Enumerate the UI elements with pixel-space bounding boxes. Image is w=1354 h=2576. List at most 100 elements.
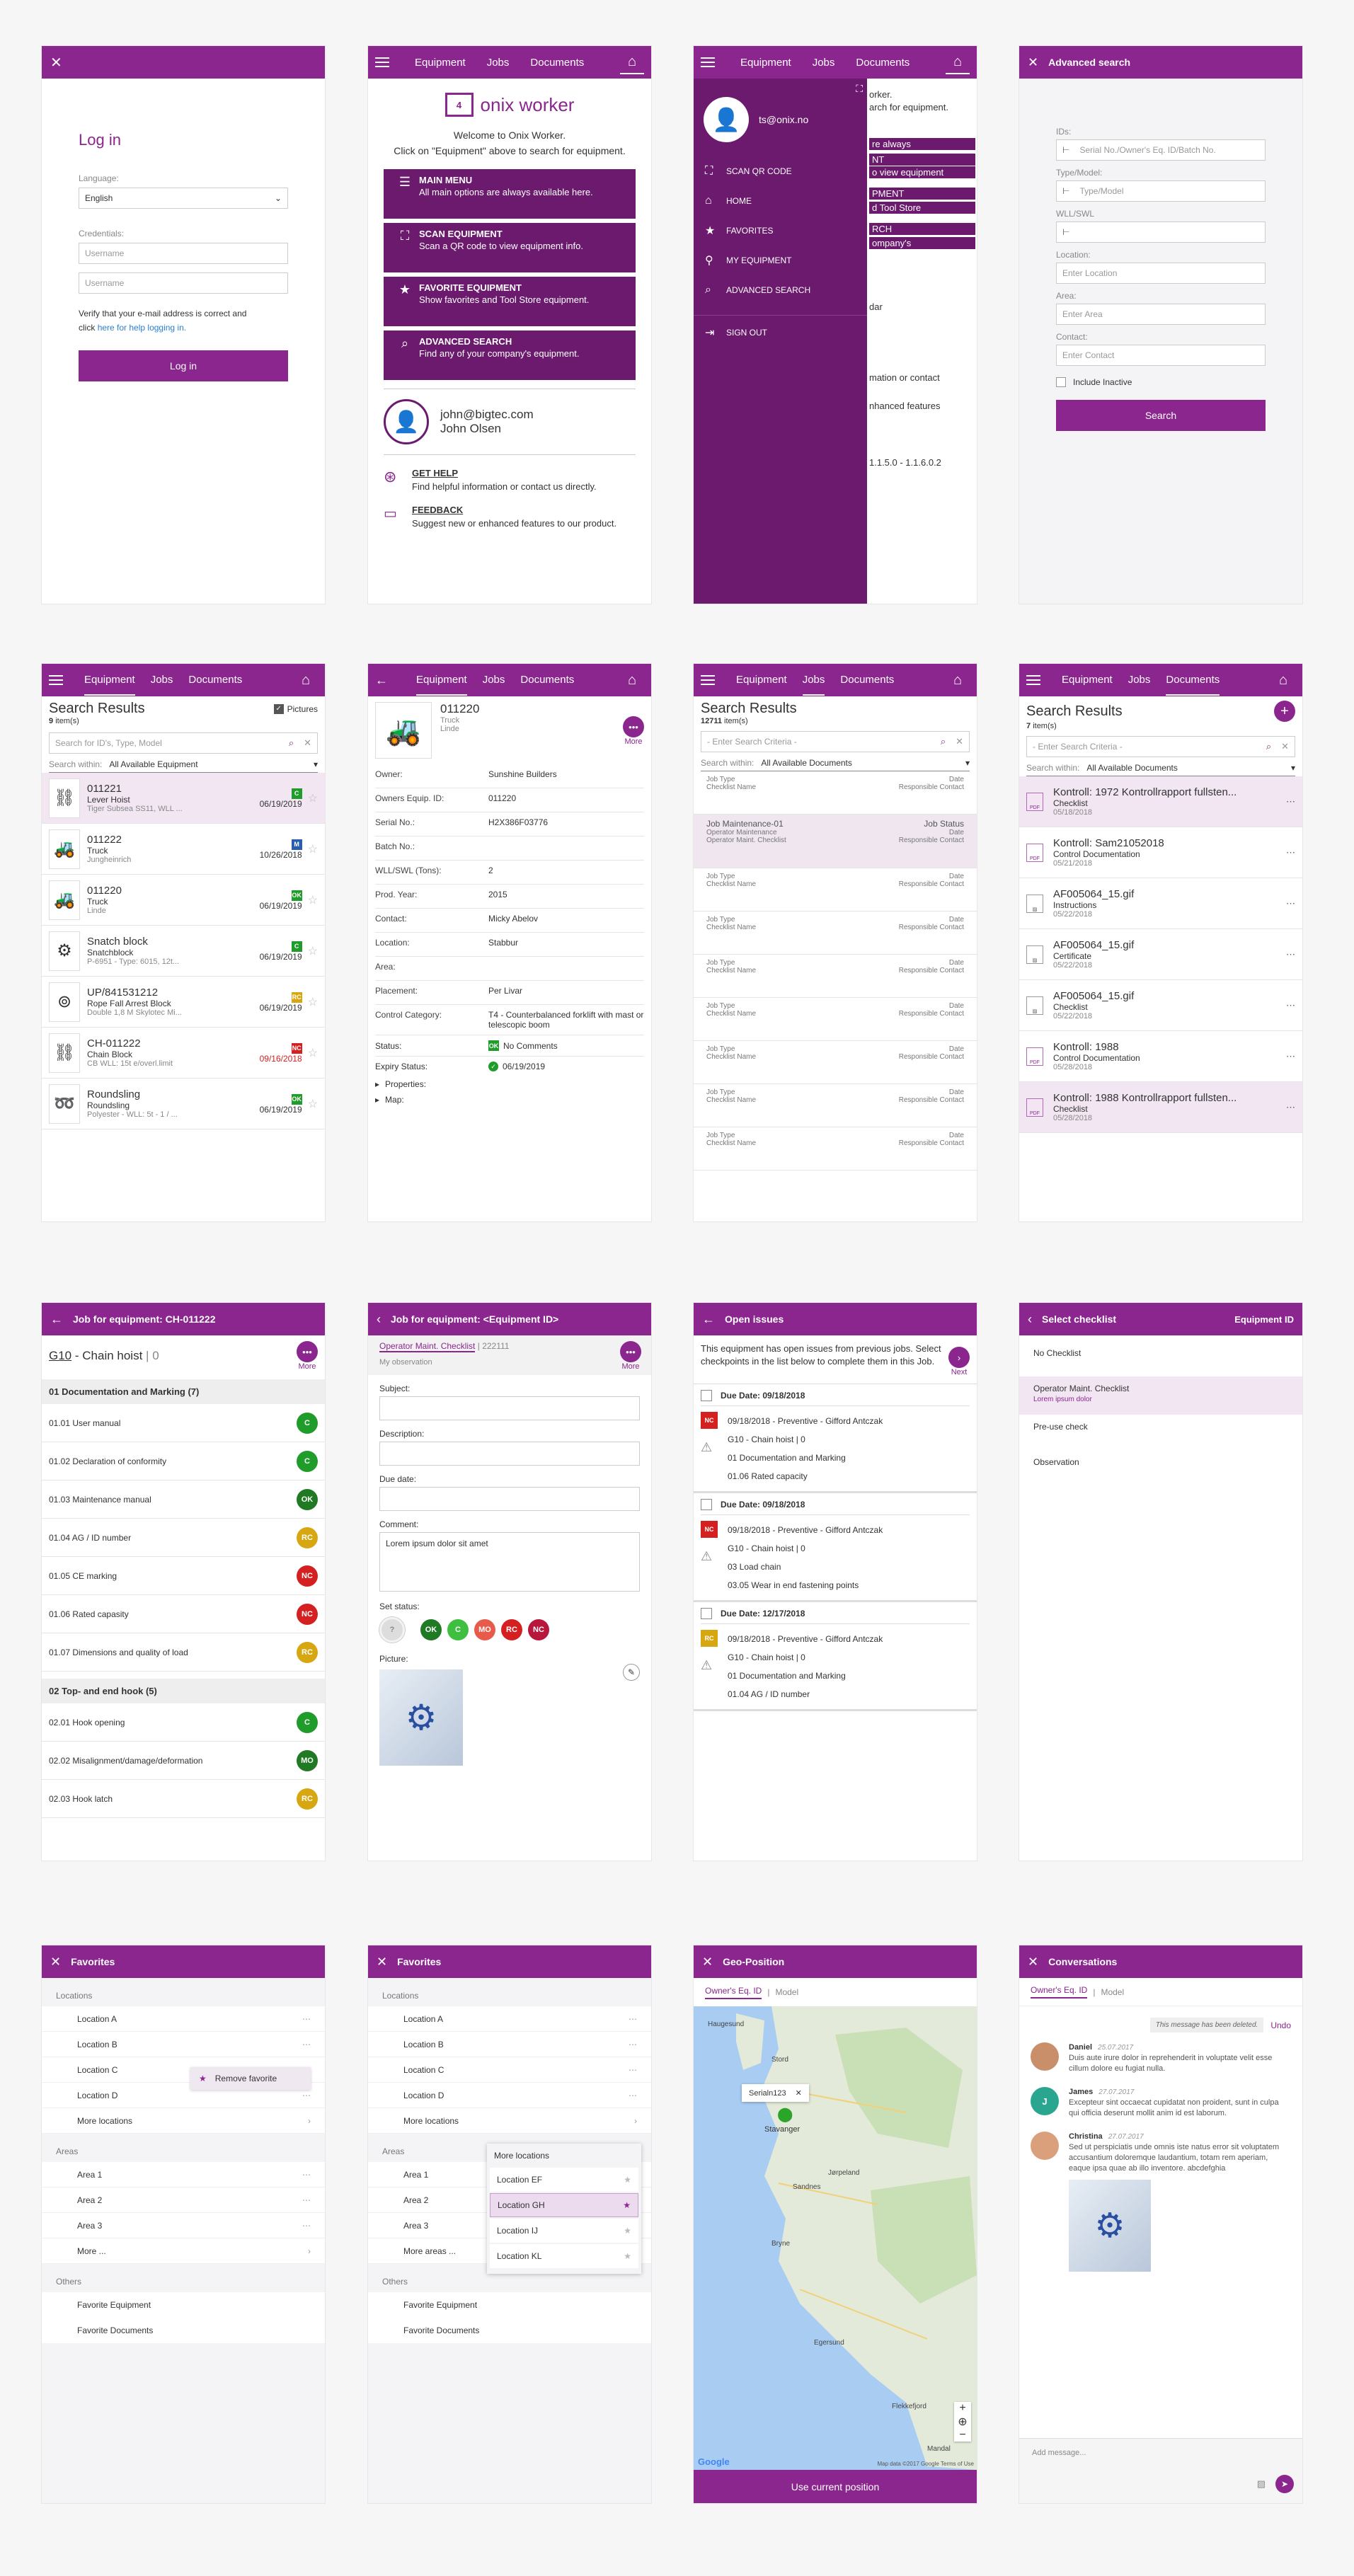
more-button[interactable]: ••• More	[623, 716, 644, 746]
status-option[interactable]: C	[447, 1619, 469, 1640]
equipment-row[interactable]: ⚙ Snatch block Snatchblock P-6951 - Type: 6…	[42, 926, 325, 977]
tab-equipment[interactable]: Equipment	[736, 665, 787, 696]
job-row[interactable]: Job Maintenance-01 Job Status Operator Mai…	[694, 815, 977, 868]
checklist-option[interactable]: Pre-use check	[1019, 1415, 1302, 1450]
checkbox[interactable]	[701, 1390, 712, 1401]
tab-jobs[interactable]: Jobs	[483, 665, 505, 696]
more-options-icon[interactable]: ⋯	[1286, 796, 1295, 807]
wll-field[interactable]: ⊢	[1056, 222, 1266, 243]
back-chevron-icon[interactable]: ‹	[377, 1312, 381, 1327]
more-button[interactable]: ••• More	[620, 1341, 641, 1371]
due-date-field[interactable]	[379, 1487, 640, 1511]
username-field[interactable]: Username	[79, 243, 288, 264]
job-row[interactable]: Job Type Date Checklist Name Responsible Co…	[694, 998, 977, 1041]
more-options-icon[interactable]: ⋯	[1286, 1051, 1295, 1062]
checkpoint-row[interactable]: 01.01 User manual C	[42, 1404, 325, 1442]
popup-location-item[interactable]: Location KL ★	[490, 2244, 638, 2268]
language-select[interactable]: English ⌄	[79, 188, 288, 209]
search-input[interactable]: - Enter Search Criteria - ⌕ ✕	[701, 731, 970, 752]
issue-card[interactable]: Due Date: 09/18/2018 NC ⚠ 09/18/2018 - Prev…	[694, 1384, 977, 1493]
get-help-item[interactable]: ⊛ GET HELP Find helpful information or con…	[384, 468, 636, 492]
comment-field[interactable]: Lorem ipsum dolor sit amet	[379, 1532, 640, 1592]
tab-documents[interactable]: Documents	[530, 48, 584, 77]
menu-card[interactable]: ★ FAVORITE EQUIPMENT Show favorites and To…	[384, 277, 636, 326]
home-icon[interactable]: ⌂	[620, 50, 644, 74]
close-icon[interactable]: ✕	[377, 1955, 387, 1970]
clear-icon[interactable]: ✕	[304, 737, 311, 749]
description-field[interactable]	[379, 1442, 640, 1466]
favorite-item[interactable]: Area 1 ⋯	[42, 2162, 325, 2187]
home-icon[interactable]: ⌂	[1271, 668, 1295, 692]
equipment-row[interactable]: ⛓ CH-011222 Chain Block CB WLL: 15t e/overl…	[42, 1028, 325, 1079]
contact-field[interactable]: Enter Contact	[1056, 345, 1266, 366]
drawer-item[interactable]: ★ FAVORITES	[694, 216, 867, 246]
status-option[interactable]: RC	[501, 1619, 522, 1640]
checkbox[interactable]	[701, 1499, 712, 1510]
checkpoint-row[interactable]: 01.02 Declaration of conformity C	[42, 1442, 325, 1480]
star-icon[interactable]: ☆	[308, 1097, 318, 1111]
favorite-item[interactable]: More ... ›	[42, 2238, 325, 2264]
checkpoint-row[interactable]: 02.01 Hook opening C	[42, 1703, 325, 1742]
popup-location-item[interactable]: Location EF ★	[490, 2168, 638, 2192]
tab-equipment[interactable]: Equipment	[415, 48, 466, 77]
more-options-icon[interactable]: ⋯	[1286, 949, 1295, 960]
job-row[interactable]: Job Type Date Checklist Name Responsible Co…	[694, 1084, 977, 1127]
favorite-item[interactable]: Favorite Equipment	[42, 2292, 325, 2318]
equipment-row[interactable]: 🚜 011222 Truck Jungheinrich M 10/26/2018 ☆	[42, 824, 325, 875]
favorite-item[interactable]: Area 2 ⋯	[42, 2187, 325, 2213]
next-button[interactable]: › Next	[948, 1347, 970, 1376]
search-input[interactable]: Search for ID's, Type, Model ⌕ ✕	[49, 732, 318, 754]
search-icon[interactable]: ⌕	[289, 737, 294, 749]
more-options-icon[interactable]: ⋯	[1286, 1102, 1295, 1113]
favorite-item[interactable]: Favorite Documents	[368, 2318, 651, 2343]
checkpoint-row[interactable]: 01.05 CE marking NC	[42, 1557, 325, 1595]
equipment-row[interactable]: 🚜 011220 Truck Linde OK 06/19/2019 ☆	[42, 875, 325, 926]
tab-documents[interactable]: Documents	[856, 48, 910, 77]
subject-field[interactable]	[379, 1396, 640, 1420]
type-field[interactable]: ⊢ Type/Model	[1056, 180, 1266, 202]
home-icon[interactable]: ⌂	[946, 668, 970, 692]
message-input[interactable]: Add message...	[1019, 2439, 1302, 2467]
status-option[interactable]: OK	[420, 1619, 442, 1640]
checkpoint-row[interactable]: 02.03 Hook latch RC	[42, 1780, 325, 1818]
star-icon[interactable]: ☆	[308, 944, 318, 958]
close-icon[interactable]: ✕	[1028, 55, 1038, 70]
star-icon[interactable]: ☆	[308, 791, 318, 805]
job-row[interactable]: Job Type Date Checklist Name Responsible Co…	[694, 912, 977, 955]
tab-equipment[interactable]: Equipment	[84, 665, 135, 696]
checkpoint-row[interactable]: 01.04 AG / ID number RC	[42, 1519, 325, 1557]
tab-jobs[interactable]: Jobs	[802, 665, 825, 696]
status-badge[interactable]: OK	[297, 1488, 318, 1510]
tab-jobs[interactable]: Jobs	[813, 48, 835, 77]
status-badge[interactable]: RC	[297, 1641, 318, 1663]
equipment-row[interactable]: ⛓ 011221 Lever Hoist Tiger Subsea SS11, WLL…	[42, 773, 325, 824]
menu-card[interactable]: ⌕ ADVANCED SEARCH Find any of your company…	[384, 330, 636, 380]
properties-expander[interactable]: ▸ Properties:	[375, 1076, 644, 1092]
tab-model[interactable]: Model	[775, 1987, 798, 1997]
favorite-item[interactable]: Location B ⋯	[42, 2032, 325, 2057]
equipment-row[interactable]: ⊚ UP/841531212 Rope Fall Arrest Block Doubl…	[42, 977, 325, 1028]
ids-field[interactable]: ⊢ Serial No./Owner's Eq. ID/Batch No.	[1056, 139, 1266, 161]
job-row[interactable]: Job Type Date Checklist Name Responsible Co…	[694, 955, 977, 998]
hamburger-icon[interactable]	[375, 54, 389, 70]
close-icon[interactable]: ✕	[50, 54, 62, 71]
checkbox[interactable]	[701, 1608, 712, 1619]
document-row[interactable]: PDF Kontroll: 1972 Kontrollrapport fullst…	[1019, 776, 1302, 827]
drawer-item[interactable]: ⛶ SCAN QR CODE	[694, 156, 867, 186]
status-badge[interactable]: MO	[297, 1749, 318, 1771]
search-button[interactable]: Search	[1056, 400, 1266, 431]
clear-icon[interactable]: ✕	[956, 736, 963, 747]
menu-card[interactable]: ☰ MAIN MENU All main options are always av…	[384, 169, 636, 219]
tab-documents[interactable]: Documents	[520, 665, 574, 696]
hamburger-icon[interactable]	[49, 672, 63, 688]
tab-model[interactable]: Model	[1101, 1987, 1124, 1997]
more-options-icon[interactable]: ⋯	[1286, 847, 1295, 858]
more-options-icon[interactable]: ⋯	[302, 2195, 311, 2205]
image-icon[interactable]: ▨	[1257, 2478, 1266, 2490]
more-options-icon[interactable]: ⋯	[1286, 1000, 1295, 1011]
message-image[interactable]: ⚙	[1069, 2180, 1151, 2272]
more-options-icon[interactable]: ⋯	[302, 2221, 311, 2231]
favorite-item[interactable]: More locations ›	[368, 2108, 651, 2134]
drawer-item[interactable]: ⌕ ADVANCED SEARCH	[694, 275, 867, 305]
status-badge[interactable]: NC	[297, 1603, 318, 1625]
